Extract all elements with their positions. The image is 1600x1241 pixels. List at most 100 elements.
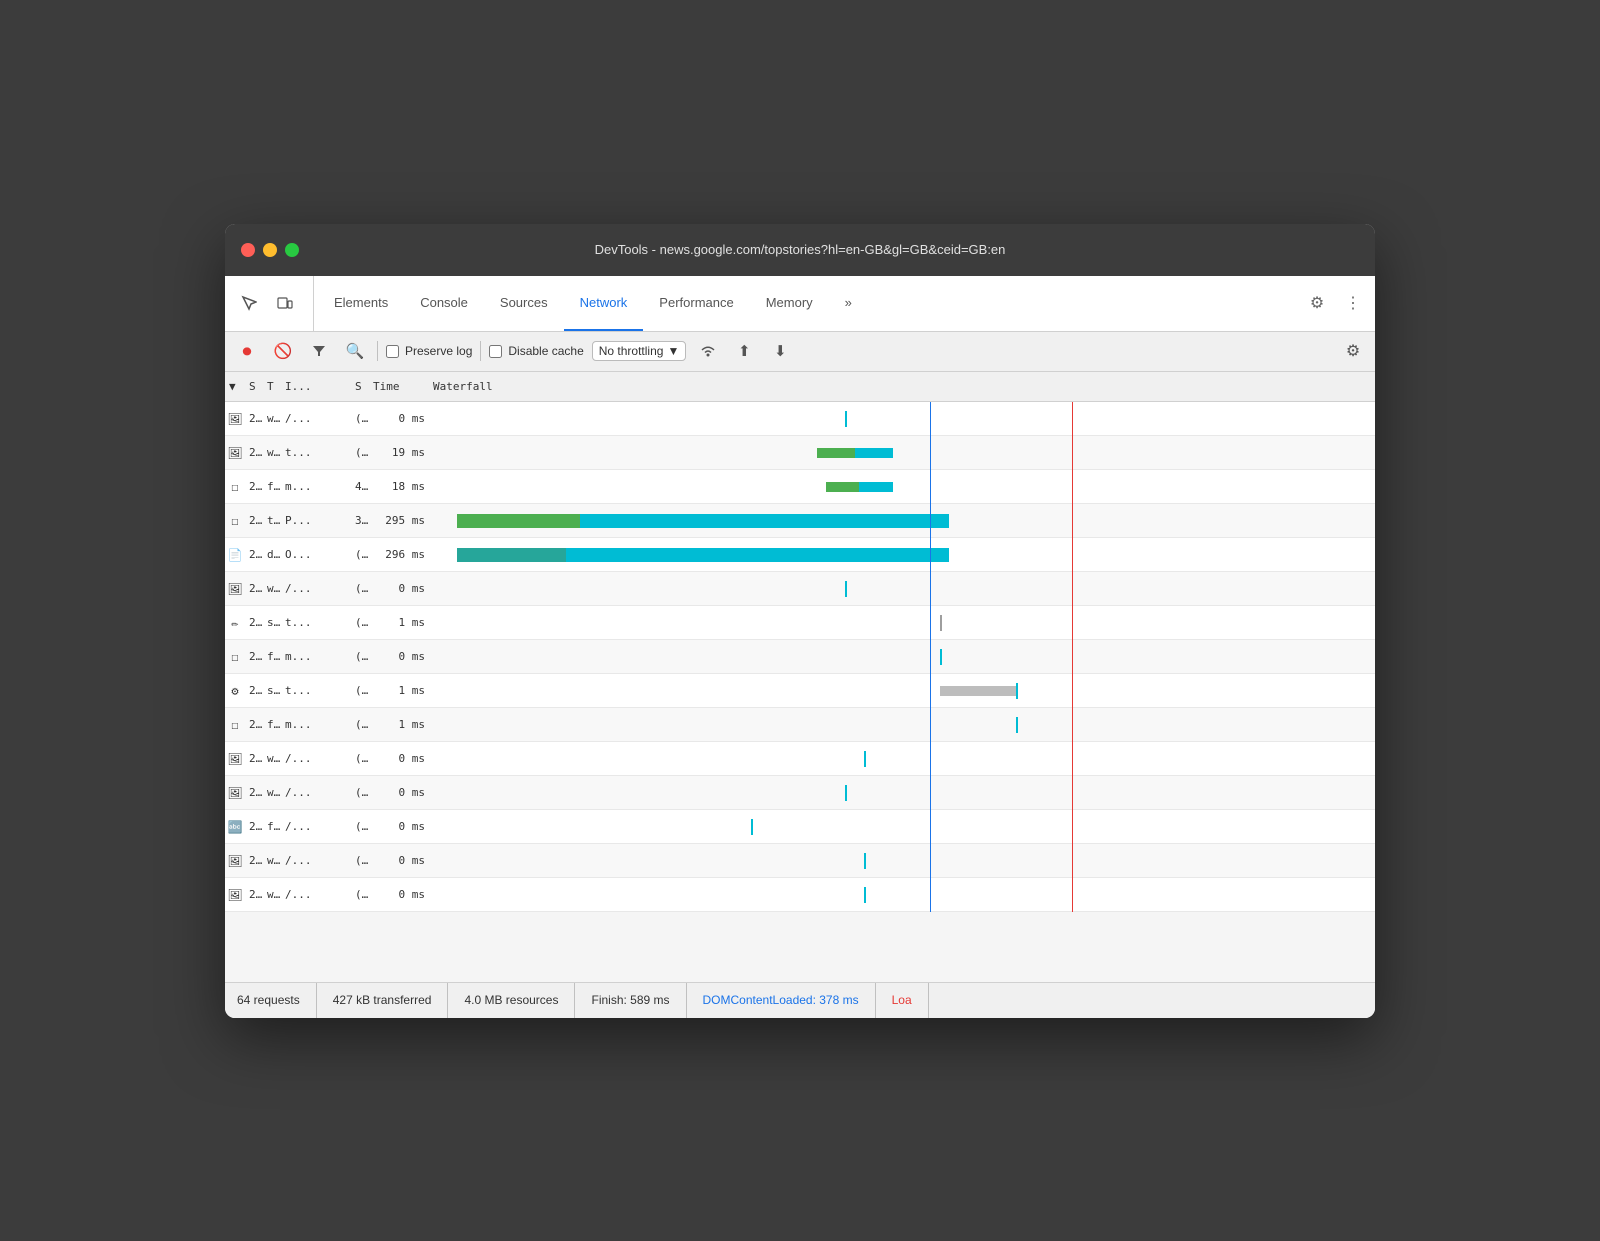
- title-bar: DevTools - news.google.com/topstories?hl…: [225, 224, 1375, 276]
- row-status: 2.: [245, 582, 263, 595]
- row-icon: 🖼: [227, 751, 243, 767]
- table-row[interactable]: 🖼 2. w. /... (.. 0 ms: [225, 572, 1375, 606]
- row-icon: 🖼: [227, 887, 243, 903]
- row-status: 2.: [245, 548, 263, 561]
- tab-performance[interactable]: Performance: [643, 276, 749, 331]
- table-row[interactable]: ☐ 2. f. m... (.. 0 ms: [225, 640, 1375, 674]
- row-waterfall: [429, 538, 1375, 572]
- device-toolbar-icon[interactable]: [269, 287, 301, 319]
- record-button[interactable]: ⏺: [233, 337, 261, 365]
- table-row[interactable]: ☐ 2. f. m... (.. 1 ms: [225, 708, 1375, 742]
- table-row[interactable]: ⚙ 2. s. t... (.. 1 ms: [225, 674, 1375, 708]
- row-status: 2.: [245, 480, 263, 493]
- network-table: ▼ S T I... S Time Waterfall 🖼 2. w. /...…: [225, 372, 1375, 982]
- upload-icon[interactable]: ⬆: [730, 337, 758, 365]
- disable-cache-group[interactable]: Disable cache: [489, 344, 583, 358]
- close-button[interactable]: [241, 243, 255, 257]
- row-size: (..: [351, 718, 369, 731]
- download-icon[interactable]: ⬇: [766, 337, 794, 365]
- table-row[interactable]: 🖼 2. w. /... (.. 0 ms: [225, 878, 1375, 912]
- row-size: (..: [351, 548, 369, 561]
- row-initiator: /...: [281, 412, 351, 425]
- table-row[interactable]: 🖼 2. w. /... (.. 0 ms: [225, 844, 1375, 878]
- row-initiator: m...: [281, 718, 351, 731]
- row-time: 0 ms: [369, 412, 429, 425]
- row-status: 2.: [245, 684, 263, 697]
- row-initiator: t...: [281, 616, 351, 629]
- status-dom-content-loaded: DOMContentLoaded: 378 ms: [687, 983, 876, 1018]
- col-time[interactable]: Time: [369, 380, 429, 393]
- tab-console[interactable]: Console: [404, 276, 484, 331]
- more-options-icon[interactable]: ⋮: [1339, 289, 1367, 317]
- col-type[interactable]: T: [263, 380, 281, 393]
- row-status: 2.: [245, 854, 263, 867]
- row-time: 1 ms: [369, 718, 429, 731]
- window-title: DevTools - news.google.com/topstories?hl…: [595, 242, 1006, 257]
- table-row[interactable]: ☐ 2. t. P... 3. 295 ms: [225, 504, 1375, 538]
- row-time: 0 ms: [369, 786, 429, 799]
- row-waterfall: [429, 470, 1375, 504]
- col-filter[interactable]: ▼: [225, 380, 245, 393]
- table-row[interactable]: 🖼 2. w. t... (.. 19 ms: [225, 436, 1375, 470]
- row-size: 4.: [351, 480, 369, 493]
- traffic-lights: [241, 243, 299, 257]
- maximize-button[interactable]: [285, 243, 299, 257]
- clear-button[interactable]: 🚫: [269, 337, 297, 365]
- row-time: 18 ms: [369, 480, 429, 493]
- tab-network[interactable]: Network: [564, 276, 644, 331]
- row-status: 2.: [245, 616, 263, 629]
- tab-elements[interactable]: Elements: [318, 276, 404, 331]
- table-row[interactable]: 📄 2. d. O... (.. 296 ms: [225, 538, 1375, 572]
- row-initiator: P...: [281, 514, 351, 527]
- minimize-button[interactable]: [263, 243, 277, 257]
- tab-more[interactable]: »: [829, 276, 868, 331]
- row-waterfall: [429, 742, 1375, 776]
- col-status[interactable]: S: [245, 380, 263, 393]
- network-settings-icon[interactable]: ⚙: [1339, 337, 1367, 365]
- preserve-log-group[interactable]: Preserve log: [386, 344, 472, 358]
- filter-icon[interactable]: [305, 337, 333, 365]
- row-type: w.: [263, 786, 281, 799]
- col-initiator[interactable]: I...: [281, 380, 351, 393]
- row-status: 2.: [245, 718, 263, 731]
- row-type: w.: [263, 582, 281, 595]
- row-size: (..: [351, 854, 369, 867]
- row-initiator: /...: [281, 786, 351, 799]
- status-requests: 64 requests: [237, 983, 317, 1018]
- row-icon: 🖼: [227, 581, 243, 597]
- row-waterfall: [429, 402, 1375, 436]
- col-size[interactable]: S: [351, 380, 369, 393]
- preserve-log-checkbox[interactable]: [386, 345, 399, 358]
- divider-2: [480, 341, 481, 361]
- row-initiator: m...: [281, 650, 351, 663]
- row-icon: 🖼: [227, 853, 243, 869]
- table-row[interactable]: 🖼 2. w. /... (.. 0 ms: [225, 742, 1375, 776]
- row-icon: ☐: [227, 513, 243, 529]
- row-initiator: /...: [281, 752, 351, 765]
- row-waterfall: [429, 606, 1375, 640]
- tab-memory[interactable]: Memory: [750, 276, 829, 331]
- row-waterfall: [429, 504, 1375, 538]
- row-status: 2.: [245, 514, 263, 527]
- inspect-element-icon[interactable]: [233, 287, 265, 319]
- throttle-select[interactable]: No throttling ▼: [592, 341, 687, 361]
- row-size: (..: [351, 820, 369, 833]
- search-icon[interactable]: 🔍: [341, 337, 369, 365]
- wifi-icon[interactable]: [694, 337, 722, 365]
- row-size: (..: [351, 446, 369, 459]
- table-row[interactable]: 🔤 2. f. /... (.. 0 ms: [225, 810, 1375, 844]
- row-size: (..: [351, 412, 369, 425]
- row-size: (..: [351, 650, 369, 663]
- table-row[interactable]: 🖼 2. w. /... (.. 0 ms: [225, 776, 1375, 810]
- row-time: 0 ms: [369, 820, 429, 833]
- row-status: 2.: [245, 752, 263, 765]
- table-row[interactable]: ✏ 2. s. t... (.. 1 ms: [225, 606, 1375, 640]
- tab-sources[interactable]: Sources: [484, 276, 564, 331]
- disable-cache-checkbox[interactable]: [489, 345, 502, 358]
- settings-icon[interactable]: ⚙: [1303, 289, 1331, 317]
- table-row[interactable]: 🖼 2. w. /... (.. 0 ms: [225, 402, 1375, 436]
- row-waterfall: [429, 572, 1375, 606]
- col-waterfall[interactable]: Waterfall: [429, 380, 1375, 393]
- table-row[interactable]: ☐ 2. f. m... 4. 18 ms: [225, 470, 1375, 504]
- row-initiator: O...: [281, 548, 351, 561]
